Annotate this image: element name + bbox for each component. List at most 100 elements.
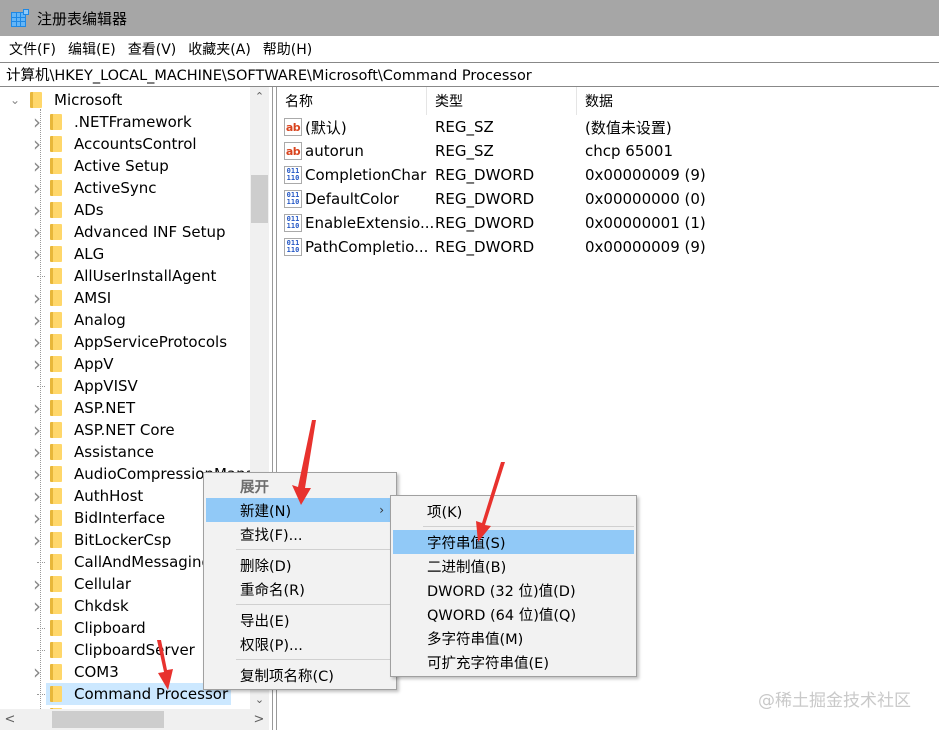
chevron-right-icon[interactable]: › (30, 220, 44, 244)
tree-item[interactable]: › AppServiceProtocols (30, 330, 230, 354)
chevron-right-icon[interactable]: › (30, 198, 44, 222)
menu-edit[interactable]: 编辑(E) (63, 39, 121, 59)
chevron-right-icon[interactable]: › (30, 440, 44, 464)
tree-item[interactable]: › BitLockerCsp (30, 528, 174, 552)
chevron-right-icon[interactable]: › (30, 308, 44, 332)
column-header-data[interactable]: 数据 (577, 87, 939, 115)
scroll-right-icon[interactable]: > (249, 709, 269, 730)
tree-item[interactable]: › ADs (30, 198, 107, 222)
tree-item[interactable]: › Assistance (30, 440, 157, 464)
menu-item[interactable]: 展开 (206, 474, 394, 498)
tree-item[interactable]: › AppV (30, 352, 117, 376)
chevron-right-icon[interactable]: › (30, 396, 44, 420)
menu-file[interactable]: 文件(F) (4, 39, 61, 59)
tree-item-microsoft[interactable]: ⌄ Microsoft (8, 89, 125, 111)
menu-favorites[interactable]: 收藏夹(A) (183, 39, 256, 59)
value-row[interactable]: 011 110 DefaultColor REG_DWORD 0x00000000 (0… (277, 187, 939, 211)
menu-item[interactable]: 可扩充字符串值(E) (393, 650, 634, 674)
scroll-left-icon[interactable]: < (0, 709, 20, 730)
tree-guide-line (37, 385, 45, 387)
tree-item[interactable]: › AMSI (30, 286, 114, 310)
tree-item[interactable]: › AccountsControl (30, 132, 200, 156)
chevron-down-icon[interactable]: ⌄ (8, 89, 22, 111)
tree-item[interactable]: › ALG (30, 242, 107, 266)
address-path[interactable]: 计算机\HKEY_LOCAL_MACHINE\SOFTWARE\Microsof… (6, 64, 532, 85)
tree-item[interactable]: › Advanced INF Setup (30, 220, 229, 244)
chevron-right-icon[interactable]: › (30, 330, 44, 354)
menu-help[interactable]: 帮助(H) (258, 39, 317, 59)
menu-item[interactable]: QWORD (64 位)值(Q) (393, 602, 634, 626)
tree-item[interactable]: › BidInterface (30, 506, 168, 530)
chevron-right-icon[interactable]: › (30, 506, 44, 530)
tree-item[interactable]: Command Processor (30, 683, 232, 705)
menu-item[interactable]: 查找(F)... (206, 522, 394, 546)
menu-item[interactable]: 二进制值(B) (393, 554, 634, 578)
tree-item[interactable]: › ASP.NET Core (30, 418, 178, 442)
menu-item-label: 新建(N) (240, 503, 292, 520)
tree-item[interactable]: ClipboardServer (30, 639, 198, 661)
tree-connector (30, 639, 45, 661)
value-type: REG_DWORD (435, 190, 535, 208)
chevron-right-icon[interactable]: › (30, 462, 44, 486)
column-header-type[interactable]: 类型 (427, 87, 577, 115)
menu-item[interactable]: 多字符串值(M) (393, 626, 634, 650)
tree-item[interactable]: › AuthHost (30, 484, 146, 508)
folder-icon (50, 664, 62, 680)
menu-item[interactable]: 权限(P)... (206, 632, 394, 656)
menu-item[interactable]: 字符串值(S) (393, 530, 634, 554)
folder-icon (50, 268, 62, 284)
scroll-up-icon[interactable]: ⌃ (250, 87, 269, 106)
menu-item[interactable]: 复制项名称(C) (206, 663, 394, 687)
chevron-right-icon[interactable]: › (30, 418, 44, 442)
folder-icon (50, 378, 62, 394)
chevron-right-icon[interactable]: › (30, 154, 44, 178)
value-row[interactable]: ab (默认) REG_SZ (数值未设置) (277, 115, 939, 139)
scrollbar-thumb[interactable] (251, 175, 268, 223)
scrollbar-thumb[interactable] (52, 711, 164, 728)
tree-item[interactable]: › COM3 (30, 660, 122, 684)
column-header-name[interactable]: 名称 (277, 87, 427, 115)
menu-item[interactable]: 新建(N) › (206, 498, 394, 522)
tree-item-label: Chkdsk (74, 597, 129, 615)
value-row[interactable]: 011 110 CompletionChar REG_DWORD 0x00000009 … (277, 163, 939, 187)
chevron-right-icon[interactable]: › (30, 110, 44, 134)
chevron-right-icon[interactable]: › (30, 594, 44, 618)
chevron-right-icon[interactable]: › (30, 132, 44, 156)
folder-icon (50, 576, 62, 592)
menu-item[interactable]: 导出(E) (206, 608, 394, 632)
menu-separator (423, 526, 634, 527)
chevron-right-icon[interactable]: › (30, 176, 44, 200)
menu-item[interactable]: 删除(D) (206, 553, 394, 577)
value-row[interactable]: 011 110 EnableExtensio... REG_DWORD 0x000000… (277, 211, 939, 235)
value-row[interactable]: ab autorun REG_SZ chcp 65001 (277, 139, 939, 163)
scroll-down-icon[interactable]: ⌄ (250, 690, 269, 709)
chevron-right-icon[interactable]: › (30, 528, 44, 552)
tree-item[interactable]: › ActiveSync (30, 176, 160, 200)
chevron-right-icon[interactable]: › (30, 572, 44, 596)
tree-connector (30, 551, 45, 573)
tree-horizontal-scrollbar[interactable]: < > (0, 709, 269, 730)
menu-item[interactable]: 重命名(R) (206, 577, 394, 601)
tree-item[interactable]: › ASP.NET (30, 396, 138, 420)
value-data: (数值未设置) (585, 118, 672, 137)
tree-item[interactable]: Clipboard (30, 617, 149, 639)
menu-item[interactable]: 项(K) (393, 499, 634, 523)
chevron-right-icon[interactable]: › (30, 242, 44, 266)
value-row[interactable]: 011 110 PathCompletio... REG_DWORD 0x0000000… (277, 235, 939, 259)
menu-item-label: 导出(E) (240, 613, 290, 630)
chevron-right-icon[interactable]: › (30, 484, 44, 508)
tree-item[interactable]: AllUserInstallAgent (30, 265, 219, 287)
tree-item[interactable]: › Cellular (30, 572, 134, 596)
tree-item[interactable]: › .NETFramework (30, 110, 195, 134)
tree-item[interactable]: › Active Setup (30, 154, 172, 178)
chevron-right-icon[interactable]: › (30, 660, 44, 684)
chevron-right-icon[interactable]: › (30, 352, 44, 376)
address-bar[interactable]: 计算机\HKEY_LOCAL_MACHINE\SOFTWARE\Microsof… (0, 62, 939, 87)
chevron-right-icon[interactable]: › (30, 286, 44, 310)
menu-view[interactable]: 查看(V) (123, 39, 182, 59)
tree-item[interactable]: AppVISV (30, 375, 141, 397)
tree-item[interactable]: › Chkdsk (30, 594, 132, 618)
tree-item[interactable]: › Analog (30, 308, 129, 332)
title-bar: 注册表编辑器 (0, 0, 939, 36)
menu-item[interactable]: DWORD (32 位)值(D) (393, 578, 634, 602)
